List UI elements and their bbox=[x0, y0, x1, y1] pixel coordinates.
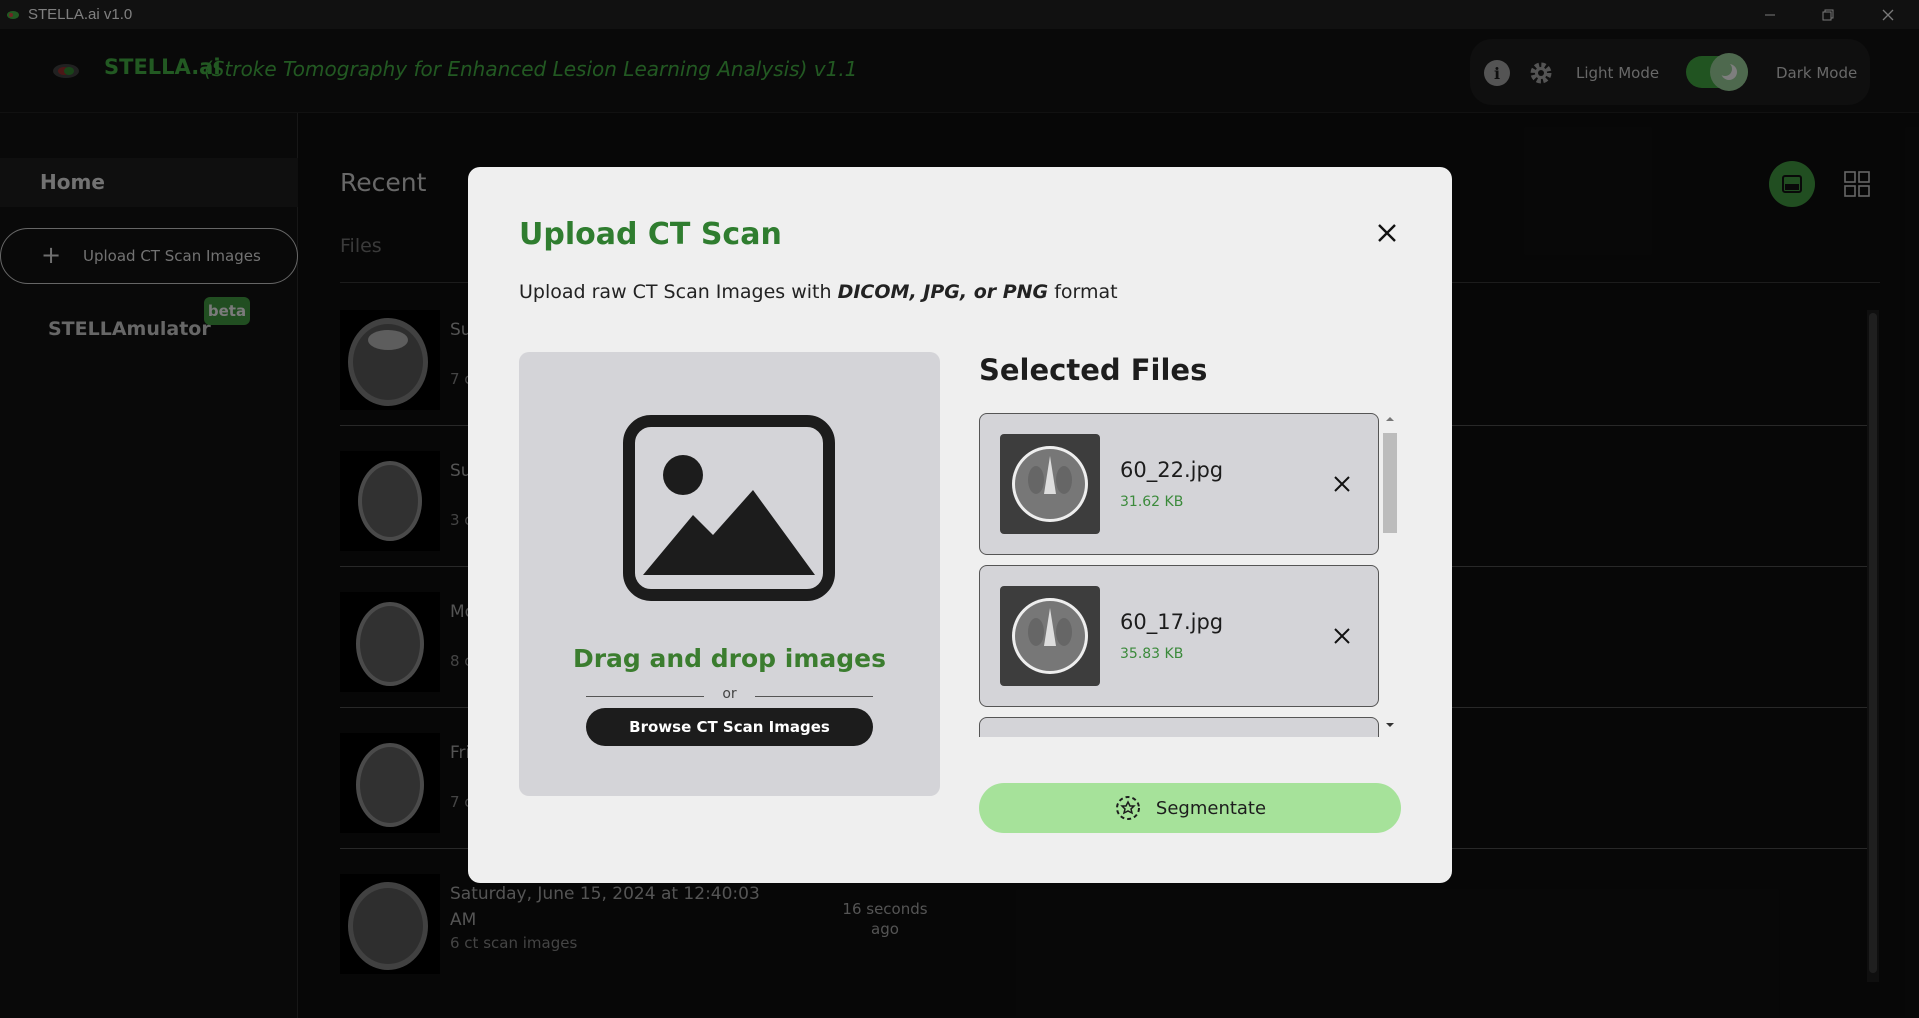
file-thumbnail bbox=[1000, 586, 1100, 686]
or-label: or bbox=[722, 686, 737, 702]
segment-icon bbox=[1115, 796, 1140, 820]
desc-formats: DICOM, JPG, or PNG bbox=[837, 281, 1049, 303]
files-scrollbar[interactable] bbox=[1381, 413, 1399, 733]
file-name: 60_17.jpg bbox=[1120, 610, 1224, 634]
scroll-up-icon[interactable] bbox=[1381, 413, 1399, 425]
file-size: 31.62 KB bbox=[1120, 494, 1184, 510]
remove-file-icon[interactable] bbox=[1332, 626, 1352, 646]
file-name: 60_22.jpg bbox=[1120, 458, 1224, 482]
modal-description: Upload raw CT Scan Images with DICOM, JP… bbox=[519, 281, 1118, 303]
drop-zone-title: Drag and drop images bbox=[572, 644, 887, 673]
modal-title: Upload CT Scan bbox=[519, 217, 782, 252]
file-card: 60_17.jpg 35.83 KB bbox=[979, 565, 1379, 707]
drop-zone[interactable]: Drag and drop images or Browse CT Scan I… bbox=[519, 352, 940, 796]
desc-prefix: Upload raw CT Scan Images with bbox=[519, 281, 838, 303]
scroll-down-icon[interactable] bbox=[1381, 719, 1399, 731]
desc-suffix: format bbox=[1048, 281, 1118, 303]
files-scrollbar-thumb[interactable] bbox=[1383, 433, 1397, 533]
segmentate-button[interactable]: Segmentate bbox=[979, 783, 1401, 833]
segmentate-label: Segmentate bbox=[1155, 797, 1267, 819]
selected-files-list: 60_22.jpg 31.62 KB 60_17.jpg 35.83 KB bbox=[979, 413, 1399, 737]
file-thumbnail bbox=[1000, 434, 1100, 534]
upload-modal: Upload CT Scan Upload raw CT Scan Images… bbox=[468, 167, 1452, 883]
file-card: 60_22.jpg 31.62 KB bbox=[979, 413, 1379, 555]
file-card bbox=[979, 717, 1379, 737]
file-size: 35.83 KB bbox=[1120, 646, 1184, 662]
selected-files-heading: Selected Files bbox=[979, 353, 1208, 387]
remove-file-icon[interactable] bbox=[1332, 474, 1352, 494]
browse-button[interactable]: Browse CT Scan Images bbox=[586, 708, 873, 746]
image-icon bbox=[623, 415, 835, 601]
close-icon[interactable] bbox=[1374, 220, 1400, 246]
or-divider: or bbox=[586, 686, 873, 702]
